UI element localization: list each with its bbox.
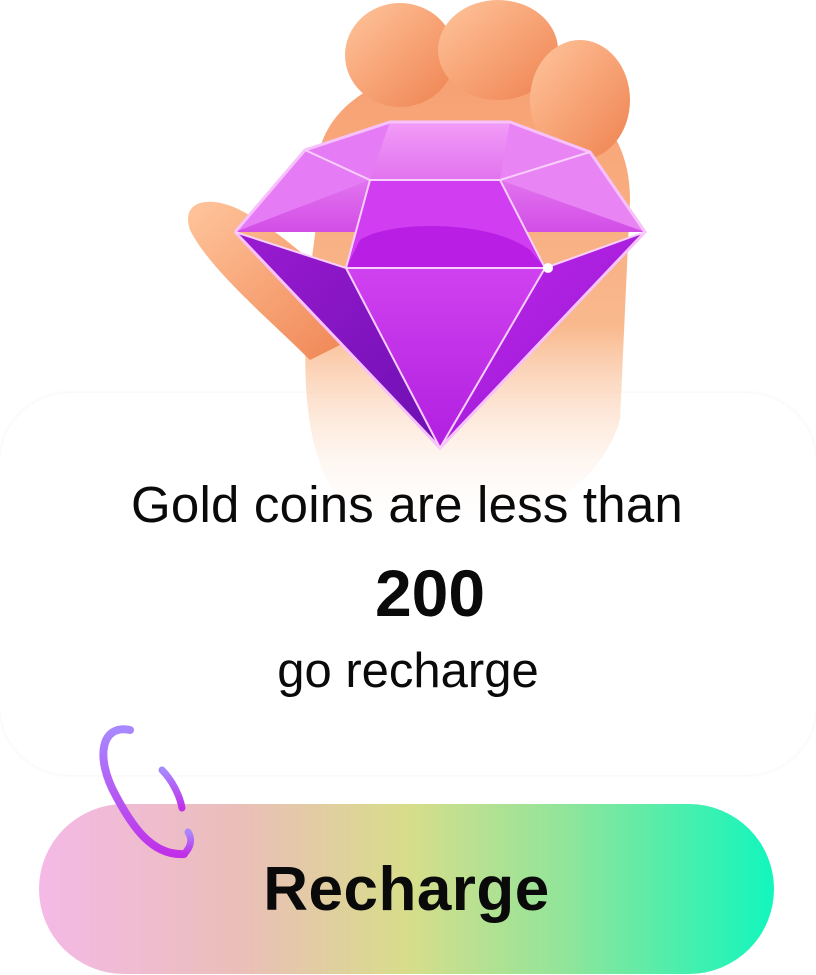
coin-threshold: 200 xyxy=(374,556,486,630)
message-line-1: Gold coins are less than xyxy=(131,476,683,533)
message-line-3: go recharge xyxy=(277,644,539,698)
recharge-button-label: Recharge xyxy=(263,854,550,924)
swirl-icon xyxy=(92,716,202,866)
